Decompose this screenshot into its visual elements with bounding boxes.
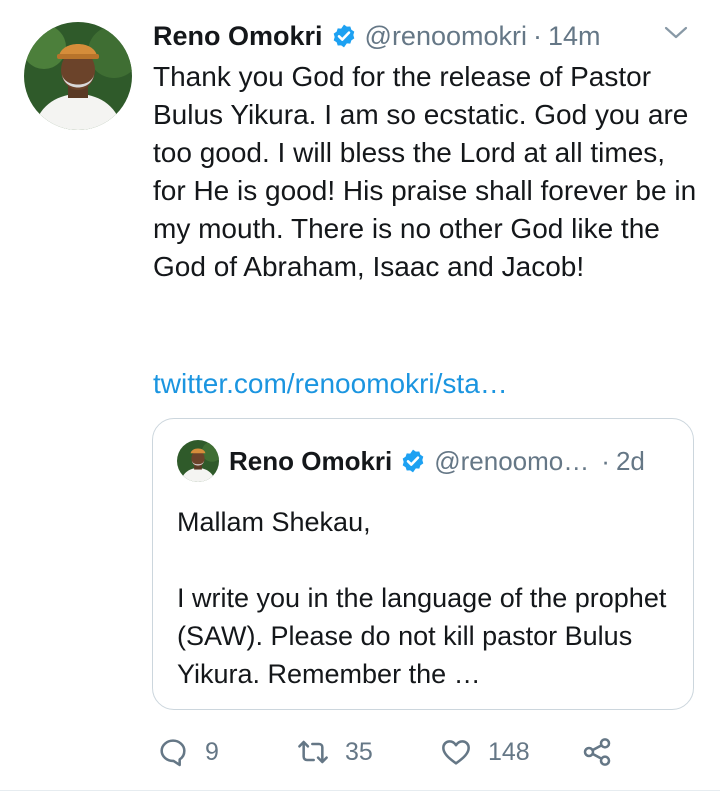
quoted-author-name: Reno Omokri: [229, 445, 393, 476]
like-button[interactable]: 148: [440, 732, 530, 772]
quoted-separator-dot: ·: [601, 445, 610, 476]
share-button[interactable]: [581, 732, 613, 772]
verified-badge-icon: [333, 24, 354, 48]
quoted-text-line: I write you in the language of the proph…: [177, 583, 667, 689]
tweet-actions: 9 35 148: [157, 732, 627, 772]
tweet-header: Reno Omokri @renoomokri · 14m: [153, 16, 700, 56]
quoted-tweet-header: Reno Omokri @renoomo… · 2d: [177, 440, 673, 482]
reply-button[interactable]: 9: [157, 732, 219, 772]
retweet-icon: [298, 740, 328, 764]
separator-dot: ·: [533, 20, 542, 51]
timestamp[interactable]: 14m: [548, 21, 601, 52]
reply-count: 9: [205, 737, 219, 766]
quoted-verified-badge-icon: [402, 449, 424, 473]
like-icon: [442, 740, 470, 765]
like-count: 148: [488, 737, 530, 766]
tweet-link[interactable]: twitter.com/renoomokri/sta…: [153, 368, 508, 400]
tweet-text: Thank you God for the release of Pastor …: [153, 61, 697, 282]
quoted-tweet-card[interactable]: Reno Omokri @renoomo… · 2d Mallam Shekau…: [152, 418, 694, 710]
quoted-timestamp: 2d: [615, 445, 645, 476]
retweet-count: 35: [345, 737, 373, 766]
share-icon: [583, 738, 611, 766]
quoted-avatar: [177, 440, 219, 482]
avatar[interactable]: [24, 22, 132, 130]
chevron-down-icon[interactable]: [664, 26, 688, 40]
quoted-tweet-text: Mallam Shekau, I write you in the langua…: [177, 503, 677, 693]
divider: [0, 790, 720, 791]
author-handle[interactable]: @renoomokri: [365, 21, 527, 52]
quoted-author-handle: @renoomo…: [434, 445, 590, 476]
reply-icon: [160, 739, 186, 767]
retweet-button[interactable]: 35: [297, 732, 373, 772]
quoted-text-line: Mallam Shekau,: [177, 507, 371, 537]
author-name[interactable]: Reno Omokri: [153, 21, 323, 52]
